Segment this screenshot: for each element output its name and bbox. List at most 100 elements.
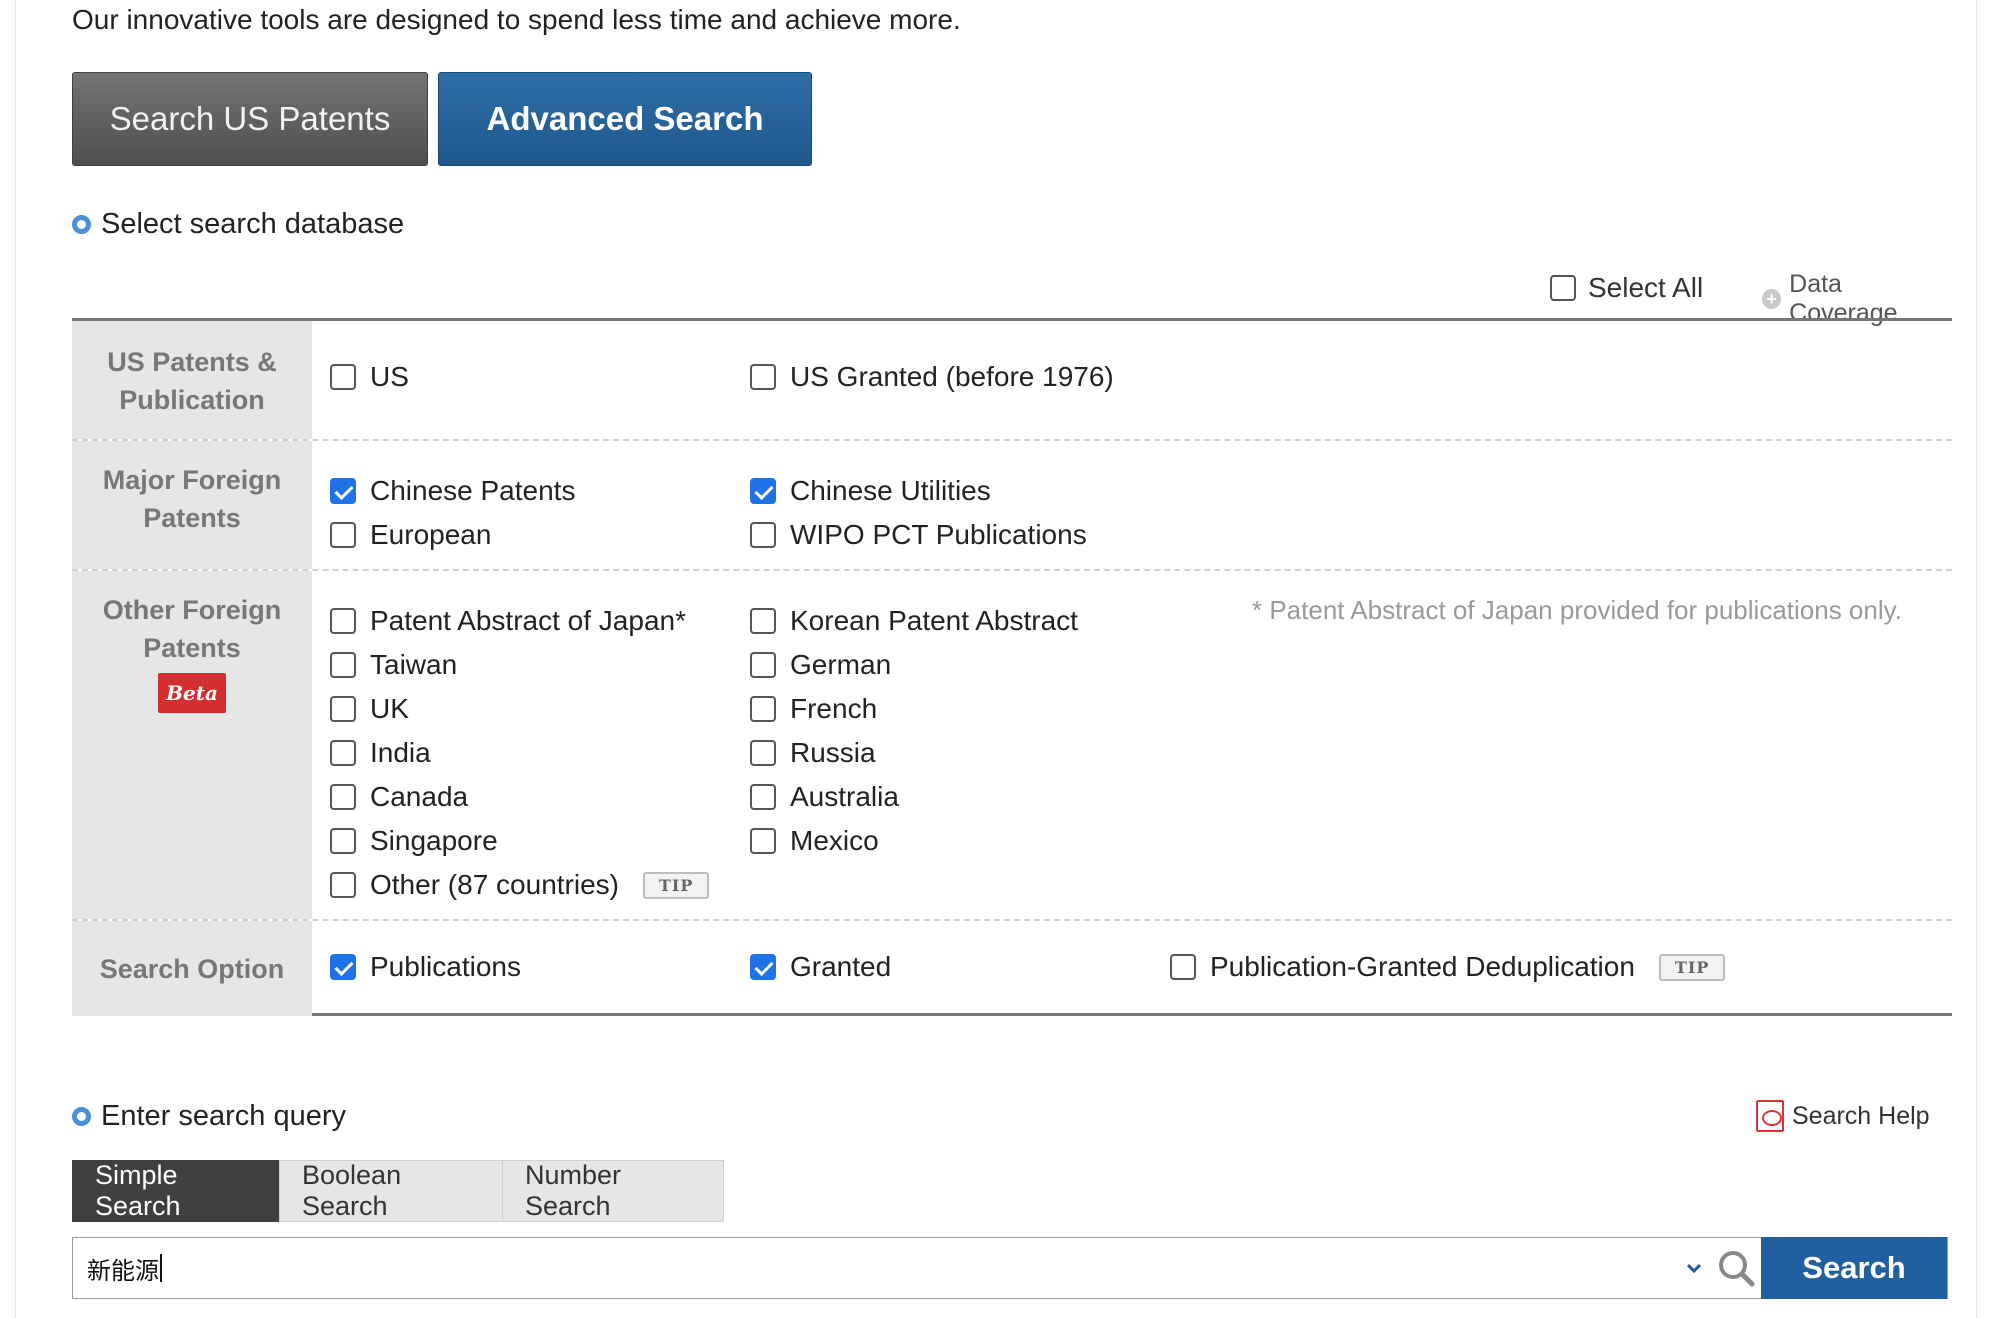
option-label: India (370, 737, 431, 768)
query-section-title: Enter search query (72, 1100, 346, 1133)
option-singapore[interactable]: Singapore (330, 825, 498, 857)
chevron-down-icon[interactable] (1677, 1238, 1711, 1298)
checkbox-icon[interactable] (330, 872, 356, 898)
search-input-value: 新能源 (87, 1256, 159, 1285)
row-label-line: Publication (119, 385, 265, 415)
option-european[interactable]: European (330, 519, 491, 551)
option-label: Russia (790, 737, 876, 768)
option-label: Publications (370, 951, 521, 982)
checkbox-icon[interactable] (330, 954, 356, 980)
search-us-patents-button[interactable]: Search US Patents (72, 72, 428, 166)
row-label-line: US Patents & (107, 347, 277, 377)
option-label: Other (87 countries) (370, 869, 619, 900)
japan-note: * Patent Abstract of Japan provided for … (1252, 595, 1902, 625)
checkbox-icon[interactable] (330, 784, 356, 810)
checkbox-icon[interactable] (1170, 954, 1196, 980)
option-canada[interactable]: Canada (330, 781, 468, 813)
option-deduplication[interactable]: Publication-Granted Deduplication TIP (1170, 951, 1726, 983)
checkbox-icon[interactable] (330, 828, 356, 854)
option-us-granted-before-1976[interactable]: US Granted (before 1976) (750, 361, 1114, 393)
checkbox-icon[interactable] (750, 954, 776, 980)
option-korean-patent-abstract[interactable]: Korean Patent Abstract (750, 605, 1078, 637)
advanced-search-button[interactable]: Advanced Search (438, 72, 812, 166)
checkbox-icon[interactable] (330, 364, 356, 390)
info-dot-icon (72, 215, 91, 234)
checkbox-icon[interactable] (330, 696, 356, 722)
checkbox-icon[interactable] (330, 740, 356, 766)
option-label: Granted (790, 951, 892, 982)
checkbox-icon[interactable] (750, 696, 776, 722)
checkbox-icon[interactable] (750, 522, 776, 548)
option-uk[interactable]: UK (330, 693, 409, 725)
option-german[interactable]: German (750, 649, 891, 681)
checkbox-icon[interactable] (330, 522, 356, 548)
row-us-patents: US Patents & Publication US US Granted (… (72, 321, 1952, 439)
row-label-us: US Patents & Publication (72, 321, 312, 439)
option-label: Australia (790, 781, 899, 812)
select-all-checkbox[interactable]: Select All (1550, 272, 1703, 304)
tip-badge[interactable]: TIP (643, 871, 710, 899)
option-label: UK (370, 693, 409, 724)
option-india[interactable]: India (330, 737, 431, 769)
checkbox-icon[interactable] (750, 608, 776, 634)
checkbox-icon[interactable] (750, 740, 776, 766)
option-us[interactable]: US (330, 361, 409, 393)
search-button[interactable]: Search (1761, 1237, 1947, 1299)
checkbox-icon[interactable] (750, 828, 776, 854)
checkbox-icon[interactable] (750, 364, 776, 390)
option-label: Chinese Patents (370, 475, 576, 506)
database-section-title: Select search database (72, 208, 404, 241)
search-help-link[interactable]: Search Help (1756, 1100, 1930, 1132)
option-granted[interactable]: Granted (750, 951, 891, 983)
option-label: Mexico (790, 825, 879, 856)
checkbox-icon[interactable] (750, 784, 776, 810)
option-label: Canada (370, 781, 469, 812)
option-mexico[interactable]: Mexico (750, 825, 879, 857)
search-input[interactable]: 新能源 (73, 1238, 1677, 1298)
option-label: Patent Abstract of Japan* (370, 605, 686, 636)
checkbox-icon[interactable] (1550, 275, 1576, 301)
row-label-line: Patents (143, 633, 241, 663)
checkbox-icon[interactable] (330, 652, 356, 678)
option-french[interactable]: French (750, 693, 877, 725)
row-major-foreign: Major Foreign Patents Chinese Patents Ch… (72, 439, 1952, 569)
search-icon[interactable] (1711, 1238, 1761, 1298)
option-label: Chinese Utilities (790, 475, 991, 506)
option-taiwan[interactable]: Taiwan (330, 649, 457, 681)
option-label: Korean Patent Abstract (790, 605, 1078, 636)
option-chinese-utilities[interactable]: Chinese Utilities (750, 475, 991, 507)
option-label: French (790, 693, 878, 724)
option-label: Singapore (370, 825, 498, 856)
option-label: Taiwan (370, 649, 458, 680)
option-patent-abstract-japan[interactable]: Patent Abstract of Japan* (330, 605, 686, 637)
tab-boolean-search[interactable]: Boolean Search (279, 1160, 502, 1222)
query-title-text: Enter search query (101, 1100, 347, 1132)
pdf-icon (1756, 1100, 1784, 1132)
tip-badge[interactable]: TIP (1658, 953, 1726, 981)
plus-circle-icon: + (1762, 289, 1782, 309)
checkbox-icon[interactable] (750, 652, 776, 678)
option-chinese-patents[interactable]: Chinese Patents (330, 475, 575, 507)
text-caret (160, 1254, 162, 1282)
option-wipo-pct[interactable]: WIPO PCT Publications (750, 519, 1087, 551)
option-publications[interactable]: Publications (330, 951, 521, 983)
database-table: US Patents & Publication US US Granted (… (72, 318, 1952, 1016)
option-label: WIPO PCT Publications (790, 519, 1087, 550)
select-all-label: Select All (1588, 272, 1704, 303)
checkbox-icon[interactable] (750, 478, 776, 504)
checkbox-icon[interactable] (330, 478, 356, 504)
row-label-major: Major Foreign Patents (72, 441, 312, 569)
row-label-other: Other Foreign Patents Beta (72, 571, 312, 919)
option-other-countries[interactable]: Other (87 countries) TIP (330, 869, 710, 901)
tab-number-search[interactable]: Number Search (502, 1160, 724, 1222)
search-tabs: Simple Search Boolean Search Number Sear… (72, 1160, 724, 1222)
row-label-search-option: Search Option (72, 921, 312, 1016)
option-australia[interactable]: Australia (750, 781, 899, 813)
row-other-foreign: Other Foreign Patents Beta * Patent Abst… (72, 569, 1952, 919)
checkbox-icon[interactable] (330, 608, 356, 634)
row-label-line: Other Foreign (102, 595, 282, 625)
tab-simple-search[interactable]: Simple Search (72, 1160, 279, 1222)
option-russia[interactable]: Russia (750, 737, 876, 769)
row-label-line: Major Foreign (102, 465, 282, 495)
row-label-line: Search Option (99, 953, 285, 984)
